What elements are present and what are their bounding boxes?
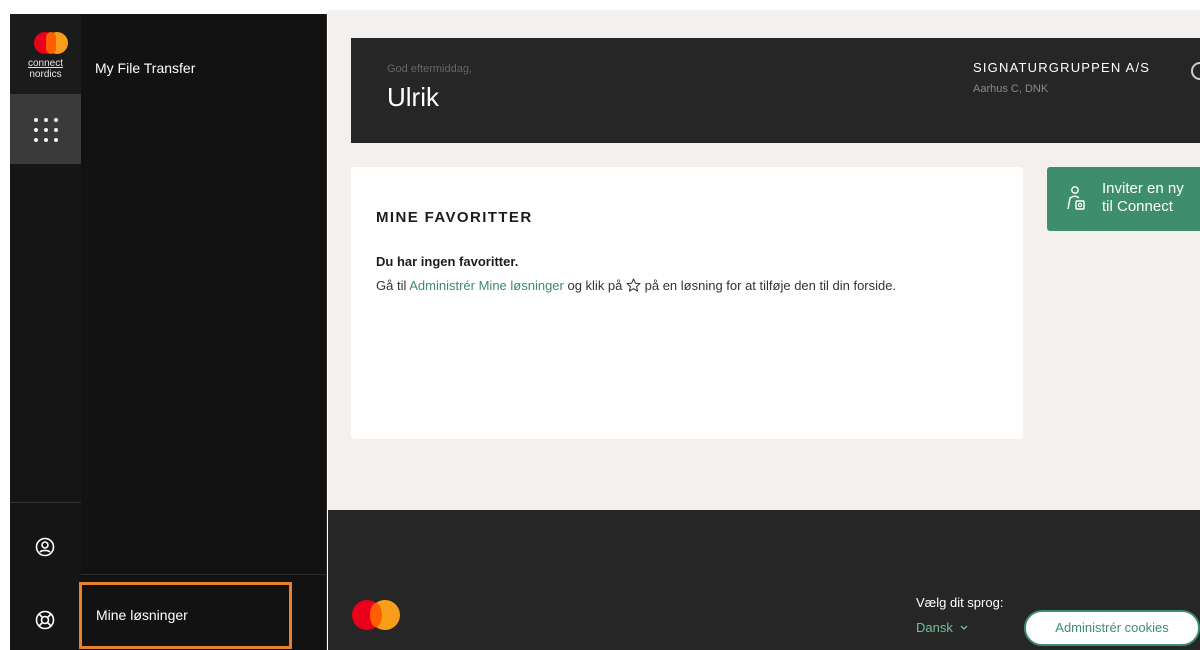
profile-circle-icon[interactable]: [1191, 62, 1200, 80]
logo-text: connect nordics: [27, 58, 64, 80]
mastercard-logo-icon: [34, 32, 68, 54]
footer: Vælg dit sprog: Dansk Administrér cookie…: [328, 510, 1200, 650]
invite-user-button[interactable]: Inviter en ny til Connect: [1047, 167, 1200, 231]
icon-rail: connect nordics: [10, 14, 81, 650]
top-strip: [0, 0, 1200, 10]
greeting-subtitle: God eftermiddag,: [387, 63, 472, 75]
manage-solutions-link[interactable]: Administrér Mine løsninger: [409, 278, 564, 293]
rail-divider: [10, 502, 81, 503]
mastercard-footer-logo-icon: [352, 600, 400, 630]
user-circle-icon[interactable]: [34, 536, 56, 558]
language-label: Vælg dit sprog:: [916, 595, 1004, 610]
invite-label: Inviter en ny til Connect: [1102, 180, 1184, 215]
lifebuoy-icon[interactable]: [34, 609, 56, 631]
favorites-card: MINE FAVORITTER Du har ingen favoritter.…: [351, 167, 1023, 439]
grid-dots-icon: [34, 118, 58, 142]
nav-item-my-file-transfer[interactable]: My File Transfer: [95, 60, 195, 76]
favorites-help-text: Gå til Administrér Mine løsninger og kli…: [376, 278, 897, 293]
manage-cookies-button[interactable]: Administrér cookies: [1024, 610, 1200, 646]
favorites-empty-message: Du har ingen favoritter.: [376, 254, 519, 269]
panel-divider: [81, 574, 327, 575]
favorites-title: MINE FAVORITTER: [376, 209, 533, 226]
navigation-panel: My File Transfer Mine løsninger: [79, 14, 327, 650]
apps-menu-button[interactable]: [10, 94, 81, 164]
nav-item-mine-losninger[interactable]: Mine løsninger: [79, 582, 292, 649]
invite-user-icon: [1067, 186, 1085, 210]
main-content: God eftermiddag, Ulrik SIGNATURGRUPPEN A…: [328, 10, 1200, 510]
language-select[interactable]: Dansk: [916, 620, 968, 635]
user-name: Ulrik: [387, 82, 439, 112]
connect-nordics-logo[interactable]: connect nordics: [10, 14, 81, 94]
chevron-down-icon: [961, 625, 968, 630]
star-outline-icon: [626, 278, 641, 292]
organization-location: Aarhus C, DNK: [973, 83, 1049, 95]
greeting-banner: God eftermiddag, Ulrik SIGNATURGRUPPEN A…: [351, 38, 1200, 143]
organization-name: SIGNATURGRUPPEN A/S: [973, 60, 1151, 75]
